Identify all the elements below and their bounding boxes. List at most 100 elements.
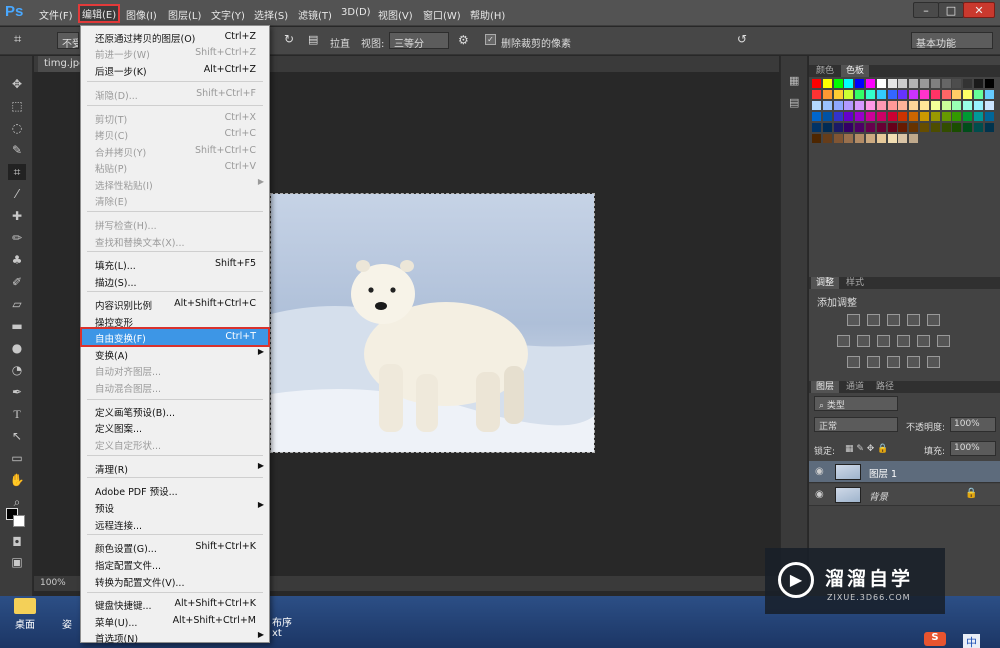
color-swatch[interactable] <box>941 101 951 110</box>
color-swatch[interactable] <box>984 123 994 132</box>
maximize-button[interactable]: □ <box>938 2 964 18</box>
color-swatch[interactable] <box>833 79 843 88</box>
quick-mask-icon[interactable]: ◘ <box>8 534 26 550</box>
ime-logo-icon[interactable]: S <box>924 632 946 646</box>
color-swatch[interactable] <box>898 112 908 121</box>
taskbar-fragment[interactable]: 布序 <box>272 614 292 629</box>
zoom-level[interactable]: 100% <box>40 578 66 588</box>
edit-menu-item[interactable]: 内容识别比例 Alt+Shift+Ctrl+C <box>82 296 268 312</box>
color-swatch[interactable] <box>963 90 973 99</box>
color-swatch[interactable] <box>941 123 951 132</box>
tab-layers[interactable]: 图层 <box>811 381 840 393</box>
workspace-select[interactable]: 基本功能 <box>911 32 993 50</box>
pen-tool-icon[interactable]: ✒ <box>8 384 26 400</box>
layer-row[interactable]: ◉ 背景 🔒 <box>809 484 1000 506</box>
path-select-icon[interactable]: ↖ <box>8 428 26 444</box>
type-tool-icon[interactable]: T <box>8 406 26 422</box>
color-swatch[interactable] <box>952 112 962 121</box>
color-swatch[interactable] <box>909 112 919 121</box>
color-swatch[interactable] <box>941 79 951 88</box>
eye-icon[interactable]: ◉ <box>815 489 824 500</box>
selective-color-icon[interactable] <box>927 356 940 368</box>
edit-menu-item[interactable]: 还原通过拷贝的图层(O) Ctrl+Z <box>82 29 268 45</box>
edit-menu-item[interactable]: 转换为配置文件(V)... <box>82 573 268 589</box>
tab-paths[interactable]: 路径 <box>871 381 899 393</box>
brightness-icon[interactable] <box>847 314 860 326</box>
properties-icon[interactable]: ▤ <box>789 96 799 109</box>
shape-tool-icon[interactable]: ▭ <box>8 450 26 466</box>
eraser-tool-icon[interactable]: ▱ <box>8 296 26 312</box>
folder-icon[interactable] <box>14 598 36 614</box>
menu-edit[interactable]: 编辑(E) <box>77 4 121 23</box>
color-swatch[interactable] <box>974 90 983 99</box>
color-swatch[interactable] <box>909 134 919 143</box>
menu-view[interactable]: 视图(V) <box>378 7 413 22</box>
edit-menu-item[interactable]: 定义画笔预设(B)... <box>82 403 268 419</box>
edit-menu-item[interactable]: 拷贝(C) Ctrl+C <box>82 126 268 142</box>
color-swatch[interactable] <box>844 112 854 121</box>
color-swatch[interactable] <box>812 134 821 143</box>
color-swatch[interactable] <box>822 90 832 99</box>
color-swatch[interactable] <box>898 134 908 143</box>
color-swatch[interactable] <box>963 112 973 121</box>
edit-menu-item[interactable]: Adobe PDF 预设... <box>82 482 268 498</box>
color-swatch[interactable] <box>876 90 886 99</box>
delete-crop-checkbox[interactable]: ✓ <box>485 34 496 45</box>
lookup-icon[interactable] <box>937 335 950 347</box>
edit-menu-item[interactable]: 描边(S)... <box>82 273 268 289</box>
posterize-icon[interactable] <box>867 356 880 368</box>
color-swatch[interactable] <box>963 79 973 88</box>
color-swatch[interactable] <box>941 112 951 121</box>
color-swatch[interactable] <box>866 112 875 121</box>
color-swatch[interactable] <box>844 123 854 132</box>
edit-menu-item[interactable]: 键盘快捷键... Alt+Shift+Ctrl+K <box>82 596 268 612</box>
vibrance-icon[interactable] <box>927 314 940 326</box>
edit-menu-item[interactable]: 拼写检查(H)... <box>82 216 268 232</box>
color-swatch[interactable] <box>974 101 983 110</box>
edit-menu-item[interactable]: 远程连接... <box>82 516 268 532</box>
edit-menu-item[interactable]: 后退一步(K) Alt+Ctrl+Z <box>82 62 268 78</box>
crop-tool-icon[interactable]: ⌗ <box>14 32 21 47</box>
healing-tool-icon[interactable]: ✚ <box>8 208 26 224</box>
exposure-icon[interactable] <box>907 314 920 326</box>
minimize-button[interactable]: – <box>913 2 939 18</box>
color-swatch[interactable] <box>898 123 908 132</box>
menu-type[interactable]: 文字(Y) <box>211 7 245 22</box>
polar-bear-image[interactable] <box>270 193 595 453</box>
lock-icons[interactable]: ▦ ✎ ✥ 🔒 <box>845 444 888 454</box>
tab-channels[interactable]: 通道 <box>841 381 869 393</box>
edit-menu-item[interactable]: 指定配置文件... <box>82 556 268 572</box>
menu-file[interactable]: 文件(F) <box>39 7 73 22</box>
photo-filter-icon[interactable] <box>897 335 910 347</box>
view-select[interactable]: 三等分 <box>389 32 449 50</box>
color-swatch[interactable] <box>833 134 843 143</box>
edit-menu-item[interactable]: 预设 ▶ <box>82 499 268 515</box>
color-swatch[interactable] <box>812 90 821 99</box>
color-swatch[interactable] <box>855 79 865 88</box>
color-swatch[interactable] <box>822 134 832 143</box>
tab-swatches[interactable]: 色板 <box>841 65 870 77</box>
desktop-label[interactable]: 桌面 <box>15 616 35 631</box>
color-swatch[interactable] <box>887 123 897 132</box>
color-swatch[interactable] <box>963 123 973 132</box>
color-swatch[interactable] <box>833 101 843 110</box>
lasso-tool-icon[interactable]: ◌ <box>8 120 26 136</box>
color-swatch[interactable] <box>855 90 865 99</box>
color-swatch[interactable] <box>887 134 897 143</box>
opacity-input[interactable]: 100% <box>950 417 996 432</box>
mixer-icon[interactable] <box>917 335 930 347</box>
edit-menu-item[interactable]: 剪切(T) Ctrl+X <box>82 110 268 126</box>
swatch-grid[interactable] <box>809 77 1000 147</box>
edit-menu-item[interactable]: 颜色设置(G)... Shift+Ctrl+K <box>82 539 268 555</box>
blend-mode-select[interactable]: 正常 <box>814 417 898 432</box>
color-swatch[interactable] <box>952 79 962 88</box>
curves-icon[interactable] <box>887 314 900 326</box>
crop-tool-icon[interactable]: ⌗ <box>8 164 26 180</box>
color-swatch[interactable] <box>833 123 843 132</box>
color-swatch[interactable] <box>887 90 897 99</box>
color-swatch[interactable] <box>855 101 865 110</box>
crop-preset-select[interactable]: 不受 <box>57 32 79 49</box>
color-swatch[interactable] <box>909 101 919 110</box>
color-swatch[interactable] <box>930 90 940 99</box>
color-swatch[interactable] <box>887 112 897 121</box>
